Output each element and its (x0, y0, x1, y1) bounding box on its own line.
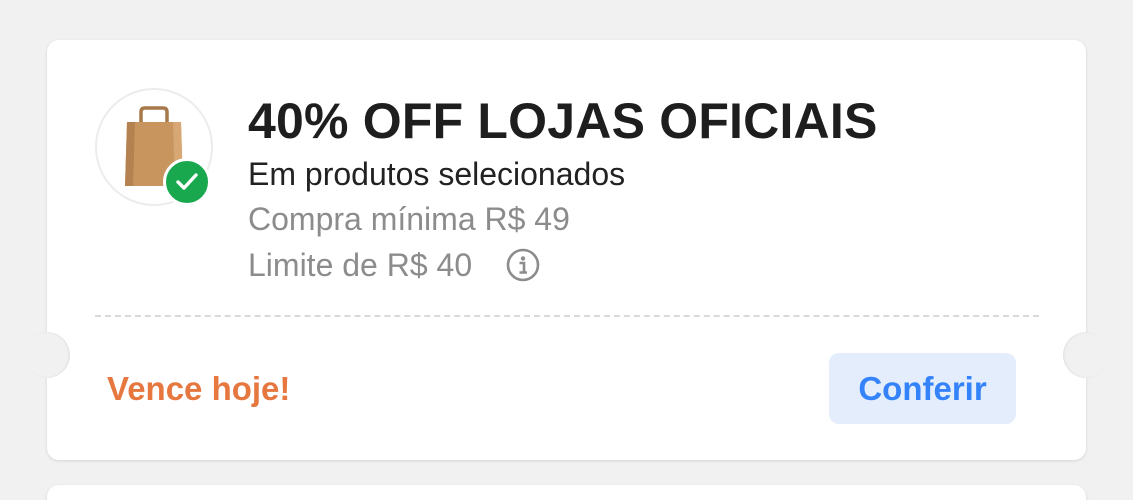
page: 40% OFF LOJAS OFICIAIS Em produtos selec… (0, 0, 1133, 500)
discount-limit: Limite de R$ 40 (248, 246, 473, 283)
coupon-title: 40% OFF LOJAS OFICIAIS (248, 93, 878, 149)
ticket-notch-left (24, 332, 70, 378)
check-icon (163, 158, 211, 206)
info-icon[interactable] (506, 248, 540, 282)
coupon-subtitle: Em produtos selecionados (248, 156, 626, 192)
check-coupon-button[interactable]: Conferir (829, 353, 1016, 424)
expiration-label: Vence hoje! (107, 370, 291, 407)
dashed-divider (95, 315, 1039, 317)
limit-row: Limite de R$ 40 (248, 245, 540, 285)
next-coupon-card[interactable] (47, 485, 1086, 500)
ticket-notch-right (1063, 332, 1109, 378)
minimum-purchase: Compra mínima R$ 49 (248, 201, 570, 237)
coupon-card[interactable]: 40% OFF LOJAS OFICIAIS Em produtos selec… (24, 40, 1109, 460)
